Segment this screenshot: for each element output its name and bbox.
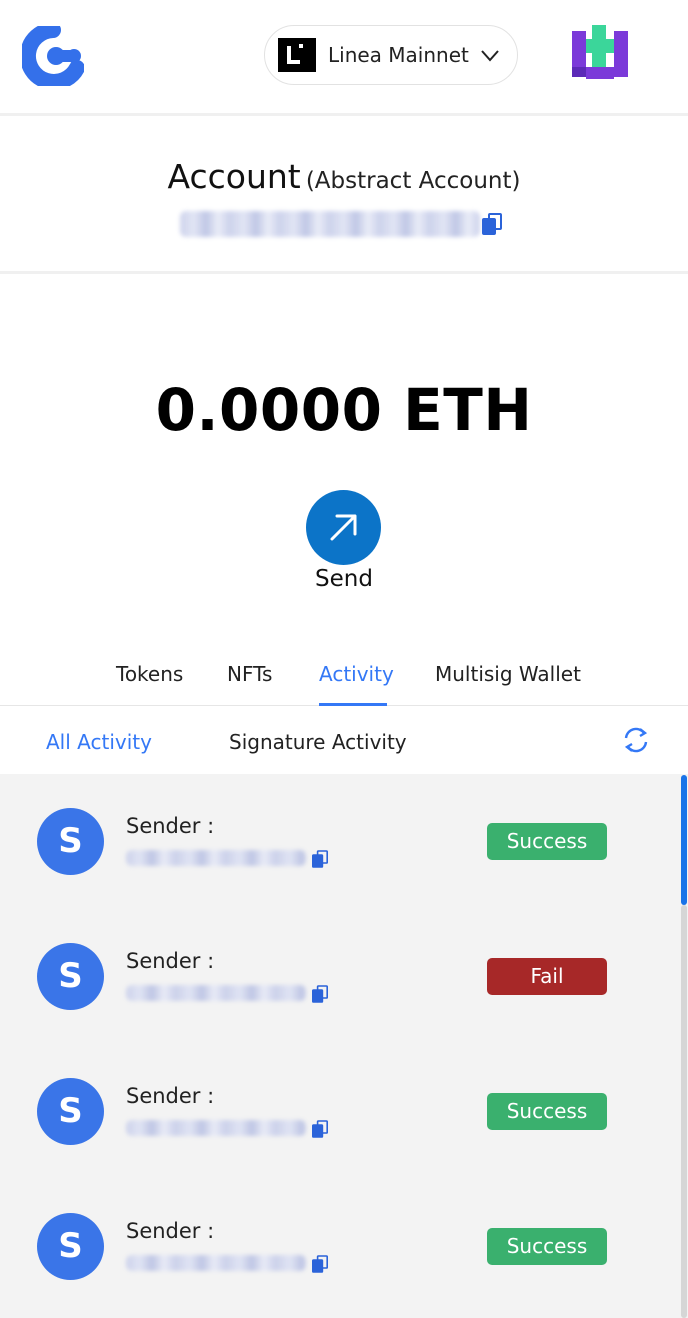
balance-amount: 0.0000 ETH <box>155 376 533 444</box>
account-section: Account (Abstract Account) <box>0 119 688 274</box>
subtab-all-activity[interactable]: All Activity <box>46 730 152 754</box>
copy-icon[interactable] <box>312 985 328 1003</box>
scrollbar-track[interactable] <box>681 905 687 1318</box>
status-badge: Success <box>487 823 607 860</box>
redacted-address <box>126 1120 306 1136</box>
copy-icon[interactable] <box>482 213 502 235</box>
list-item[interactable]: S Sender : Success <box>0 1044 680 1179</box>
status-badge: Success <box>487 1093 607 1130</box>
sender-avatar: S <box>37 943 104 1010</box>
app-logo-icon[interactable] <box>22 26 84 86</box>
redacted-address <box>180 211 480 237</box>
tab-activity[interactable]: Activity <box>319 662 394 686</box>
linea-icon <box>278 38 316 72</box>
sender-address <box>126 1253 328 1273</box>
redacted-address <box>126 850 306 866</box>
sender-address <box>126 1118 328 1138</box>
network-selector[interactable]: Linea Mainnet <box>264 25 518 85</box>
list-item[interactable]: S Sender : Success <box>0 774 680 909</box>
network-name: Linea Mainnet <box>328 43 469 67</box>
account-type: (Abstract Account) <box>305 168 521 194</box>
tab-tokens[interactable]: Tokens <box>116 662 183 686</box>
activity-filter-tabs: All Activity Signature Activity <box>0 707 688 773</box>
sender-address <box>126 848 328 868</box>
subtab-signature-activity[interactable]: Signature Activity <box>229 730 407 754</box>
scrollbar-thumb[interactable] <box>681 775 687 905</box>
account-title: Account (Abstract Account) <box>0 157 688 196</box>
sender-label: Sender : <box>126 1219 215 1243</box>
main-tabs: Tokens NFTs Activity Multisig Wallet <box>0 650 688 706</box>
tab-nfts[interactable]: NFTs <box>227 662 272 686</box>
chevron-down-icon <box>481 50 499 62</box>
list-item[interactable]: S Sender : Fail <box>0 909 680 1044</box>
arrow-up-right-icon <box>330 514 357 541</box>
account-label: Account <box>167 157 301 196</box>
sender-avatar: S <box>37 1213 104 1280</box>
account-avatar-icon[interactable] <box>572 25 628 83</box>
copy-icon[interactable] <box>312 850 328 868</box>
status-badge: Success <box>487 1228 607 1265</box>
activity-list[interactable]: S Sender : Success S Sender : Fail S Sen… <box>0 774 688 1318</box>
sender-label: Sender : <box>126 1084 215 1108</box>
account-address <box>180 211 510 239</box>
sender-avatar: S <box>37 808 104 875</box>
sender-label: Sender : <box>126 949 215 973</box>
top-bar: Linea Mainnet <box>0 0 688 116</box>
send-label: Send <box>315 566 373 592</box>
send-button[interactable] <box>306 490 381 565</box>
refresh-icon[interactable] <box>622 726 650 754</box>
list-item[interactable]: S Sender : Success <box>0 1179 680 1314</box>
sender-avatar: S <box>37 1078 104 1145</box>
sender-address <box>126 983 328 1003</box>
redacted-address <box>126 985 306 1001</box>
sender-label: Sender : <box>126 814 215 838</box>
redacted-address <box>126 1255 306 1271</box>
tab-multisig-wallet[interactable]: Multisig Wallet <box>435 662 581 686</box>
copy-icon[interactable] <box>312 1120 328 1138</box>
copy-icon[interactable] <box>312 1255 328 1273</box>
active-tab-indicator <box>319 703 387 706</box>
status-badge: Fail <box>487 958 607 995</box>
